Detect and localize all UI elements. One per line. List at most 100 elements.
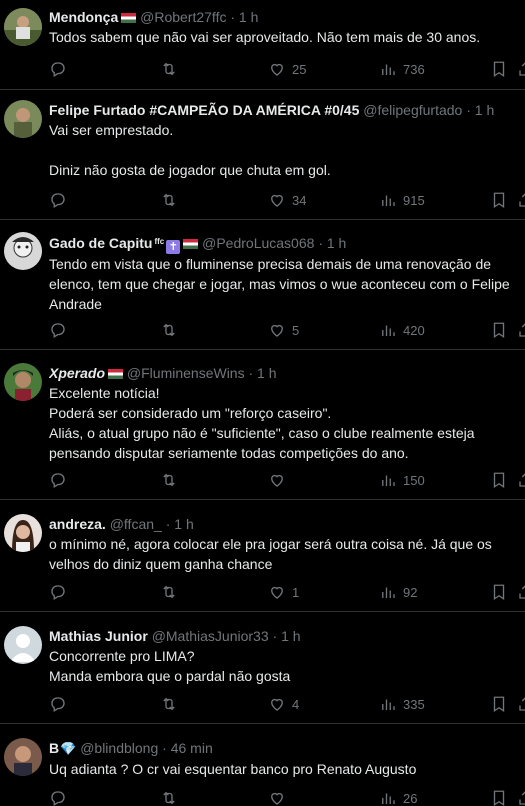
handle[interactable]: @FluminenseWins [127, 365, 245, 381]
share-button[interactable] [517, 59, 525, 79]
share-button[interactable] [517, 582, 525, 602]
display-name[interactable]: Felipe Furtado #CAMPEÃO DA AMÉRICA #0/45 [49, 102, 359, 118]
heart-icon [271, 792, 283, 805]
bookmark-button[interactable] [490, 59, 508, 79]
retweet-button[interactable] [160, 320, 184, 340]
separator: · [230, 9, 236, 25]
avatar[interactable] [4, 100, 42, 138]
handle[interactable]: @Robert27ffc [140, 9, 226, 25]
avatar[interactable] [4, 232, 42, 270]
views-button[interactable]: 915 [379, 190, 425, 210]
tweet[interactable]: Felipe Furtado #CAMPEÃO DA AMÉRICA #0/45… [0, 90, 525, 220]
action-bar: 5 420 [49, 320, 525, 340]
handle[interactable]: @MathiasJunior33 [152, 628, 269, 644]
bookmark-icon [493, 696, 505, 713]
like-button[interactable]: 4 [268, 694, 299, 714]
share-icon [519, 697, 525, 711]
retweet-icon [163, 473, 175, 487]
display-name[interactable]: Mendonça [49, 9, 118, 25]
action-bar: 25 736 [49, 59, 525, 79]
heart-icon [271, 698, 283, 711]
bookmark-button[interactable] [490, 694, 508, 714]
timestamp[interactable]: 1 h [174, 516, 193, 532]
retweet-button[interactable] [160, 694, 184, 714]
retweet-icon [163, 323, 175, 337]
reply-button[interactable] [49, 694, 73, 714]
share-button[interactable] [517, 788, 525, 806]
like-button[interactable]: 1 [268, 582, 299, 602]
display-name[interactable]: Xperado [49, 365, 105, 381]
tweet[interactable]: Mathias Junior @MathiasJunior33 · 1 h Co… [0, 612, 525, 724]
separator: · [318, 235, 323, 251]
timestamp[interactable]: 1 h [281, 628, 300, 644]
views-button[interactable]: 736 [379, 59, 425, 79]
like-button[interactable]: 34 [268, 190, 306, 210]
avatar[interactable] [4, 514, 42, 552]
avatar[interactable] [4, 363, 42, 401]
like-button[interactable]: 25 [268, 59, 306, 79]
reply-button[interactable] [49, 320, 73, 340]
tweet-header: andreza. @ffcan_ · 1 h [49, 514, 519, 534]
views-button[interactable]: 420 [379, 320, 425, 340]
display-name[interactable]: B [49, 740, 59, 756]
separator: · [466, 102, 471, 118]
bookmark-button[interactable] [490, 788, 508, 806]
views-icon [382, 587, 395, 598]
views-button[interactable]: 150 [379, 470, 425, 490]
avatar[interactable] [4, 8, 42, 46]
share-button[interactable] [517, 470, 525, 490]
handle[interactable]: @PedroLucas068 [202, 235, 314, 251]
reply-icon [51, 791, 65, 806]
timestamp[interactable]: 1 h [239, 9, 258, 25]
views-button[interactable]: 92 [379, 582, 417, 602]
bookmark-button[interactable] [490, 582, 508, 602]
reply-button[interactable] [49, 59, 73, 79]
reply-button[interactable] [49, 582, 73, 602]
like-button[interactable] [268, 788, 292, 806]
reply-button[interactable] [49, 470, 73, 490]
handle[interactable]: @ffcan_ [110, 516, 162, 532]
retweet-button[interactable] [160, 59, 184, 79]
bookmark-button[interactable] [490, 320, 508, 340]
tweet[interactable]: andreza. @ffcan_ · 1 h o mínimo né, agor… [0, 500, 525, 612]
display-name[interactable]: andreza. [49, 516, 106, 532]
avatar[interactable] [4, 738, 42, 776]
share-button[interactable] [517, 320, 525, 340]
tweet[interactable]: Xperado @FluminenseWins · 1 h Excelente … [0, 350, 525, 500]
display-name[interactable]: Mathias Junior [49, 628, 148, 644]
bookmark-button[interactable] [490, 190, 508, 210]
separator: · [165, 516, 171, 532]
share-button[interactable] [517, 694, 525, 714]
avatar[interactable] [4, 626, 42, 664]
like-button[interactable]: 5 [268, 320, 299, 340]
reply-icon [51, 193, 65, 208]
views-icon [382, 793, 395, 804]
handle[interactable]: @blindblong [80, 740, 158, 756]
bookmark-icon [493, 192, 505, 209]
timestamp[interactable]: 46 min [171, 740, 213, 756]
flag-icon [121, 13, 137, 23]
tweet[interactable]: Mendonça @Robert27ffc · 1 h Todos sabem … [0, 0, 525, 90]
retweet-button[interactable] [160, 470, 184, 490]
share-button[interactable] [517, 190, 525, 210]
bookmark-button[interactable] [490, 470, 508, 490]
share-icon [519, 62, 525, 76]
views-button[interactable]: 26 [379, 788, 417, 806]
ffc-tag: ffc [154, 237, 165, 246]
tweet[interactable]: Gado de Capitu ffc ✝ @PedroLucas068 · 1 h … [0, 220, 525, 350]
tweet[interactable]: B💎 @blindblong · 46 min Uq adianta ? O c… [0, 724, 525, 806]
retweet-button[interactable] [160, 582, 184, 602]
display-name[interactable]: Gado de Capitu [49, 235, 152, 251]
timestamp[interactable]: 1 h [327, 235, 346, 251]
views-button[interactable]: 335 [379, 694, 425, 714]
reply-button[interactable] [49, 788, 73, 806]
tweet-header: B💎 @blindblong · 46 min [49, 738, 519, 759]
handle[interactable]: @felipegfurtado [363, 102, 462, 118]
share-icon [519, 323, 525, 337]
reply-button[interactable] [49, 190, 73, 210]
timestamp[interactable]: 1 h [475, 102, 494, 118]
timestamp[interactable]: 1 h [257, 365, 276, 381]
like-button[interactable] [268, 470, 292, 490]
retweet-button[interactable] [160, 190, 184, 210]
retweet-button[interactable] [160, 788, 184, 806]
